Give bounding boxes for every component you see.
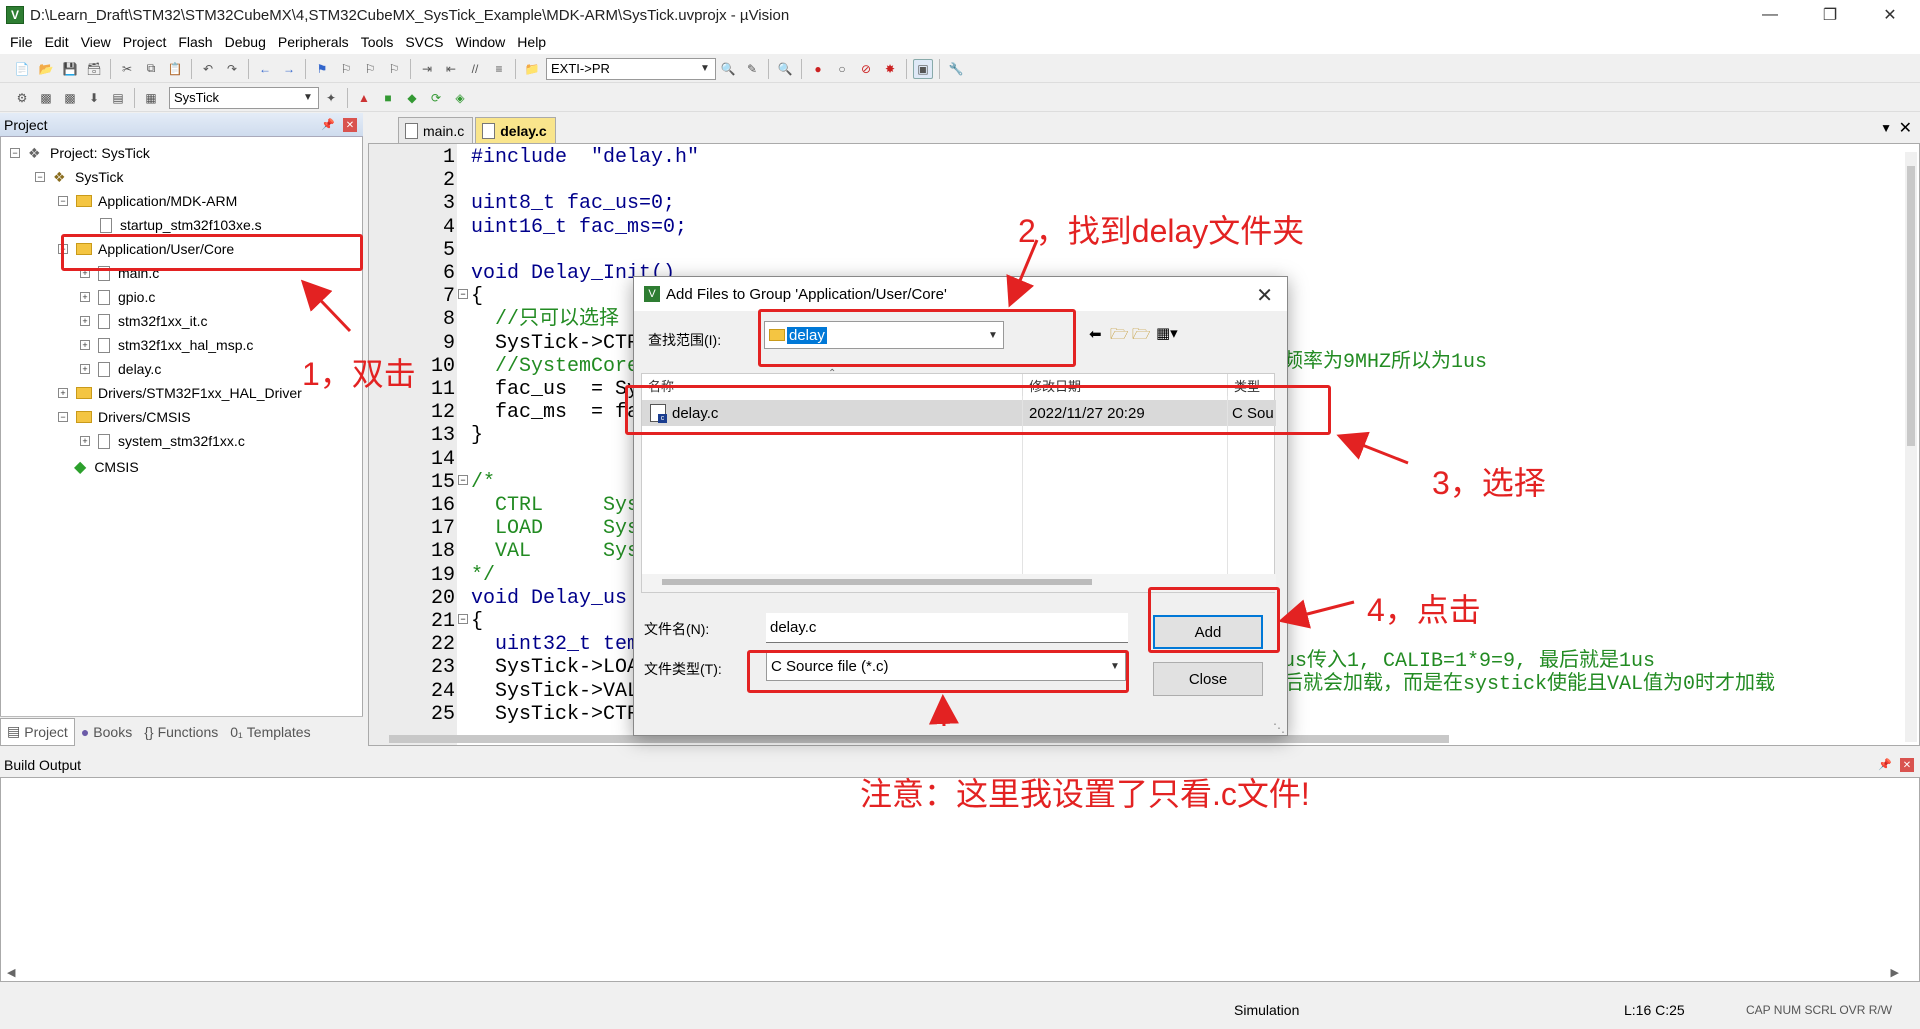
arrow-step3 (1336, 431, 1409, 465)
arrow-note (928, 694, 959, 727)
annotation-step4: 4，点击 (1367, 592, 1481, 628)
annotation-note: 注意：这里我设置了只看.c文件! (860, 776, 1310, 812)
annotation-arrows (300, 239, 1409, 727)
arrow-step1 (300, 279, 352, 333)
arrow-step4 (1278, 599, 1355, 629)
annotation-step1: 1，双击 (302, 356, 416, 392)
annotation-step2: 2，找到delay文件夹 (1018, 213, 1305, 249)
annotation-step3: 3，选择 (1432, 465, 1546, 501)
